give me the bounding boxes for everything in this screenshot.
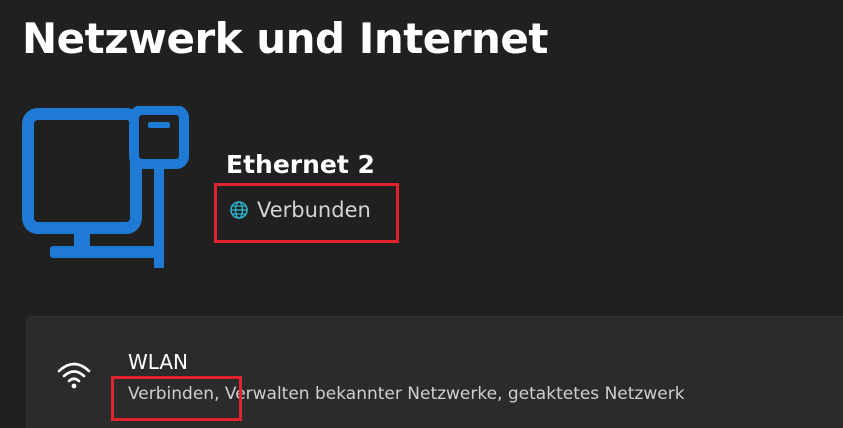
ethernet-computer-icon xyxy=(22,106,189,268)
highlight-annotation xyxy=(111,376,242,421)
wlan-title: WLAN xyxy=(128,350,189,374)
page-title: Netzwerk und Internet xyxy=(22,14,548,63)
network-adapter-name: Ethernet 2 xyxy=(226,150,375,179)
settings-page: Netzwerk und Internet Ethernet 2 Verbund… xyxy=(0,0,843,428)
highlight-annotation xyxy=(214,183,399,243)
wifi-icon xyxy=(57,362,91,389)
